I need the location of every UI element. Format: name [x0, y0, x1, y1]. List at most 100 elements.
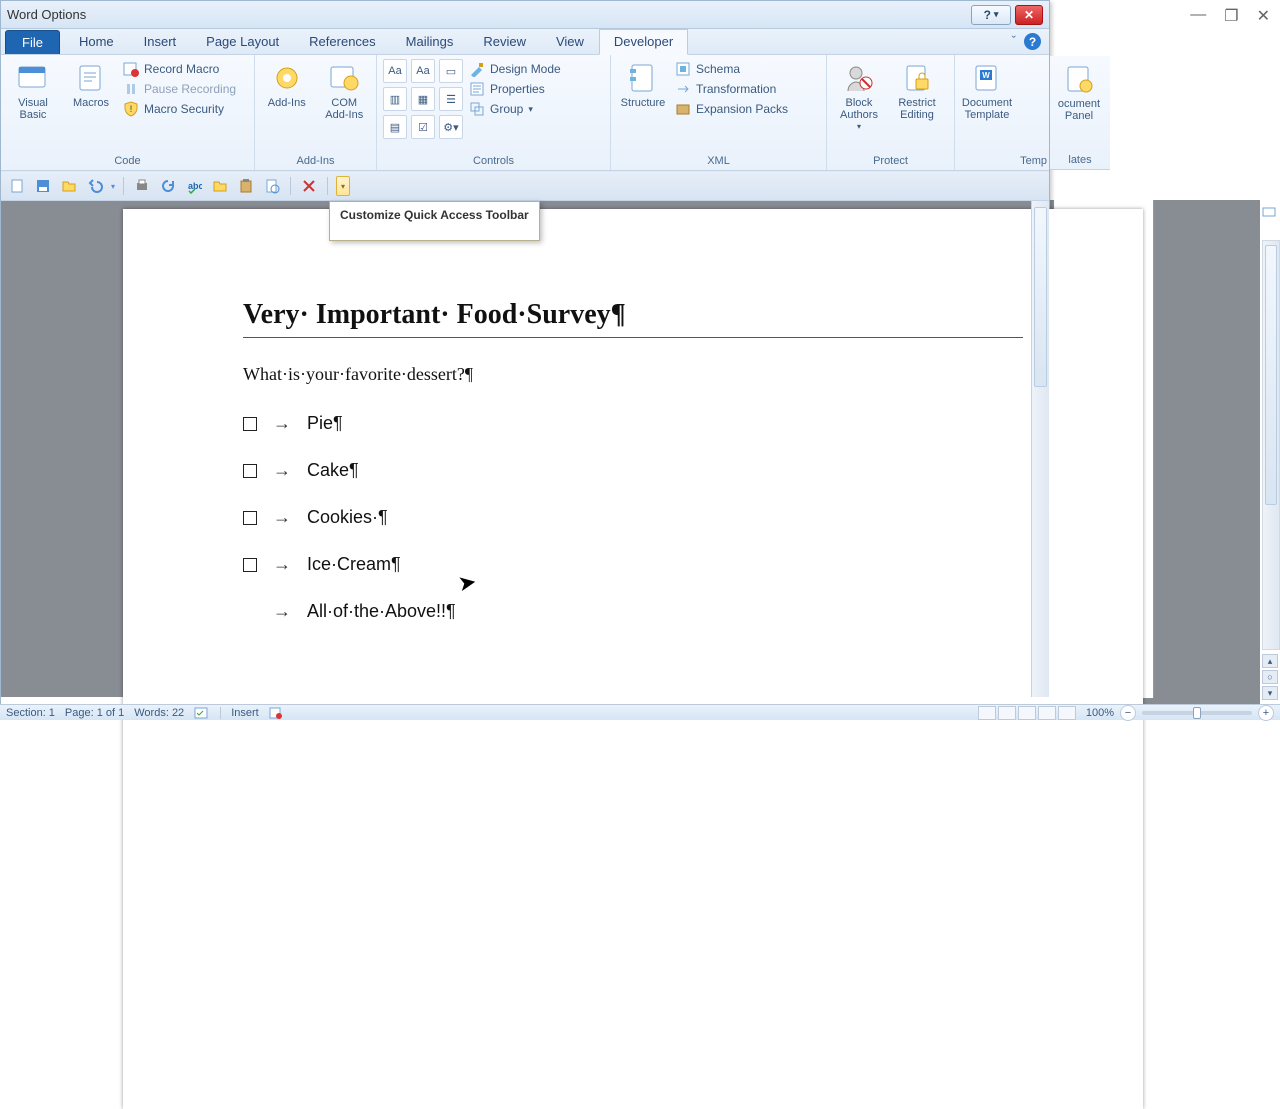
schema-button[interactable]: Schema: [675, 61, 788, 77]
tab-file[interactable]: File: [5, 30, 60, 54]
tab-home[interactable]: Home: [64, 29, 129, 54]
com-add-ins-button[interactable]: COM Add-Ins: [319, 59, 371, 121]
tab-review[interactable]: Review: [468, 29, 541, 54]
separator: [290, 177, 291, 195]
tab-mailings[interactable]: Mailings: [391, 29, 469, 54]
legacy-tools-icon[interactable]: ⚙▾: [439, 115, 463, 139]
rich-text-control-icon[interactable]: Aa: [383, 59, 407, 83]
controls-gallery[interactable]: Aa Aa ▭ ▥ ▦ ☰ ▤ ☑ ⚙▾: [383, 59, 463, 139]
design-mode-button[interactable]: Design Mode: [469, 61, 561, 77]
outline-view-icon[interactable]: [1038, 706, 1056, 720]
tab-view[interactable]: View: [541, 29, 599, 54]
zoom-level[interactable]: 100%: [1086, 707, 1114, 719]
status-page[interactable]: Page: 1 of 1: [65, 707, 124, 719]
undo-icon[interactable]: [85, 176, 105, 196]
outer-minimize-icon[interactable]: —: [1190, 6, 1206, 26]
tab-page-layout[interactable]: Page Layout: [191, 29, 294, 54]
ribbon-tabs: File Home Insert Page Layout References …: [1, 29, 1049, 55]
group-label-controls: Controls: [377, 153, 610, 170]
scrollbar-thumb[interactable]: [1034, 207, 1047, 387]
customize-qat-button[interactable]: ▾: [336, 176, 350, 196]
checkbox-control[interactable]: [243, 417, 257, 431]
checkbox-control-icon[interactable]: ☑: [411, 115, 435, 139]
macro-security-label: Macro Security: [144, 102, 224, 116]
scrollbar-thumb[interactable]: [1265, 245, 1277, 505]
block-authors-button[interactable]: Block Authors▾: [833, 59, 885, 132]
document-page[interactable]: Very· Important· Food·Survey¶ What·is·yo…: [123, 209, 1143, 1109]
group-controls-button[interactable]: Group ▾: [469, 101, 561, 117]
checkbox-control[interactable]: [243, 511, 257, 525]
zoom-slider-knob[interactable]: [1193, 707, 1201, 719]
macro-security-button[interactable]: !Macro Security: [123, 101, 236, 117]
paste-icon[interactable]: [236, 176, 256, 196]
date-picker-control-icon[interactable]: ▤: [383, 115, 407, 139]
zoom-slider[interactable]: [1142, 711, 1252, 715]
outer-close-icon[interactable]: ✕: [1257, 6, 1270, 26]
checkbox-control[interactable]: [243, 464, 257, 478]
save-icon[interactable]: [33, 176, 53, 196]
titlebar: Word Options ?▾ ✕: [1, 1, 1049, 29]
combo-box-control-icon[interactable]: ▦: [411, 87, 435, 111]
structure-button[interactable]: Structure: [617, 59, 669, 109]
add-ins-button[interactable]: Add-Ins: [261, 59, 313, 109]
previous-page-icon[interactable]: ▴: [1262, 654, 1278, 668]
outer-vertical-scrollbar[interactable]: [1262, 240, 1280, 650]
draft-view-icon[interactable]: [1058, 706, 1076, 720]
ruler-toggle-icon[interactable]: [1261, 204, 1277, 220]
document-template-button[interactable]: W Document Template: [961, 59, 1013, 121]
proofing-icon[interactable]: [194, 707, 210, 719]
pause-icon: [123, 81, 139, 97]
option-text: All·of·the·Above!!¶: [307, 601, 456, 622]
transformation-button[interactable]: Transformation: [675, 81, 788, 97]
browse-object-icon[interactable]: ○: [1262, 670, 1278, 684]
checkbox-control[interactable]: [243, 558, 257, 572]
web-layout-view-icon[interactable]: [1018, 706, 1036, 720]
outer-restore-icon[interactable]: ❐: [1224, 6, 1238, 26]
restrict-editing-button[interactable]: Restrict Editing: [891, 59, 943, 121]
document-panel-label: ocument Panel: [1058, 98, 1100, 122]
plain-text-control-icon[interactable]: Aa: [411, 59, 435, 83]
transformation-label: Transformation: [696, 82, 776, 96]
tab-arrow-icon: →: [273, 413, 291, 434]
picture-control-icon[interactable]: ▭: [439, 59, 463, 83]
tab-insert[interactable]: Insert: [129, 29, 192, 54]
pause-recording-button[interactable]: Pause Recording: [123, 81, 236, 97]
full-screen-view-icon[interactable]: [998, 706, 1016, 720]
refresh-icon[interactable]: [158, 176, 178, 196]
quick-print-icon[interactable]: [132, 176, 152, 196]
vertical-scrollbar[interactable]: [1031, 201, 1049, 697]
record-macro-button[interactable]: Record Macro: [123, 61, 236, 77]
document-panel-button[interactable]: ocument Panel: [1050, 60, 1108, 122]
visual-basic-icon: [16, 61, 50, 95]
help-button[interactable]: ?▾: [971, 5, 1011, 25]
close-button[interactable]: ✕: [1015, 5, 1043, 25]
chevron-down-icon[interactable]: ▾: [111, 182, 115, 191]
properties-button[interactable]: Properties: [469, 81, 561, 97]
help-icon[interactable]: ?: [1024, 33, 1041, 50]
delete-icon[interactable]: [299, 176, 319, 196]
tab-references[interactable]: References: [294, 29, 390, 54]
macros-button[interactable]: Macros: [65, 59, 117, 109]
next-page-icon[interactable]: ▾: [1262, 686, 1278, 700]
open-folder-icon[interactable]: [59, 176, 79, 196]
expansion-packs-button[interactable]: Expansion Packs: [675, 101, 788, 117]
new-doc-icon[interactable]: [7, 176, 27, 196]
zoom-in-button[interactable]: +: [1258, 705, 1274, 721]
open-folder2-icon[interactable]: [210, 176, 230, 196]
print-layout-view-icon[interactable]: [978, 706, 996, 720]
macro-record-status-icon[interactable]: [269, 707, 283, 719]
survey-question: What·is·your·favorite·dessert?¶: [243, 364, 1023, 385]
status-words[interactable]: Words: 22: [134, 707, 184, 719]
spelling-icon[interactable]: abc: [184, 176, 204, 196]
minimize-ribbon-icon[interactable]: ˇ: [1012, 33, 1016, 50]
status-insert[interactable]: Insert: [231, 707, 259, 719]
document-template-label: Document Template: [962, 97, 1012, 121]
properties-icon: [469, 81, 485, 97]
print-preview-icon[interactable]: [262, 176, 282, 196]
tab-developer[interactable]: Developer: [599, 29, 688, 55]
building-block-control-icon[interactable]: ▥: [383, 87, 407, 111]
status-section[interactable]: Section: 1: [6, 707, 55, 719]
visual-basic-button[interactable]: Visual Basic: [7, 59, 59, 121]
dropdown-control-icon[interactable]: ☰: [439, 87, 463, 111]
zoom-out-button[interactable]: −: [1120, 705, 1136, 721]
